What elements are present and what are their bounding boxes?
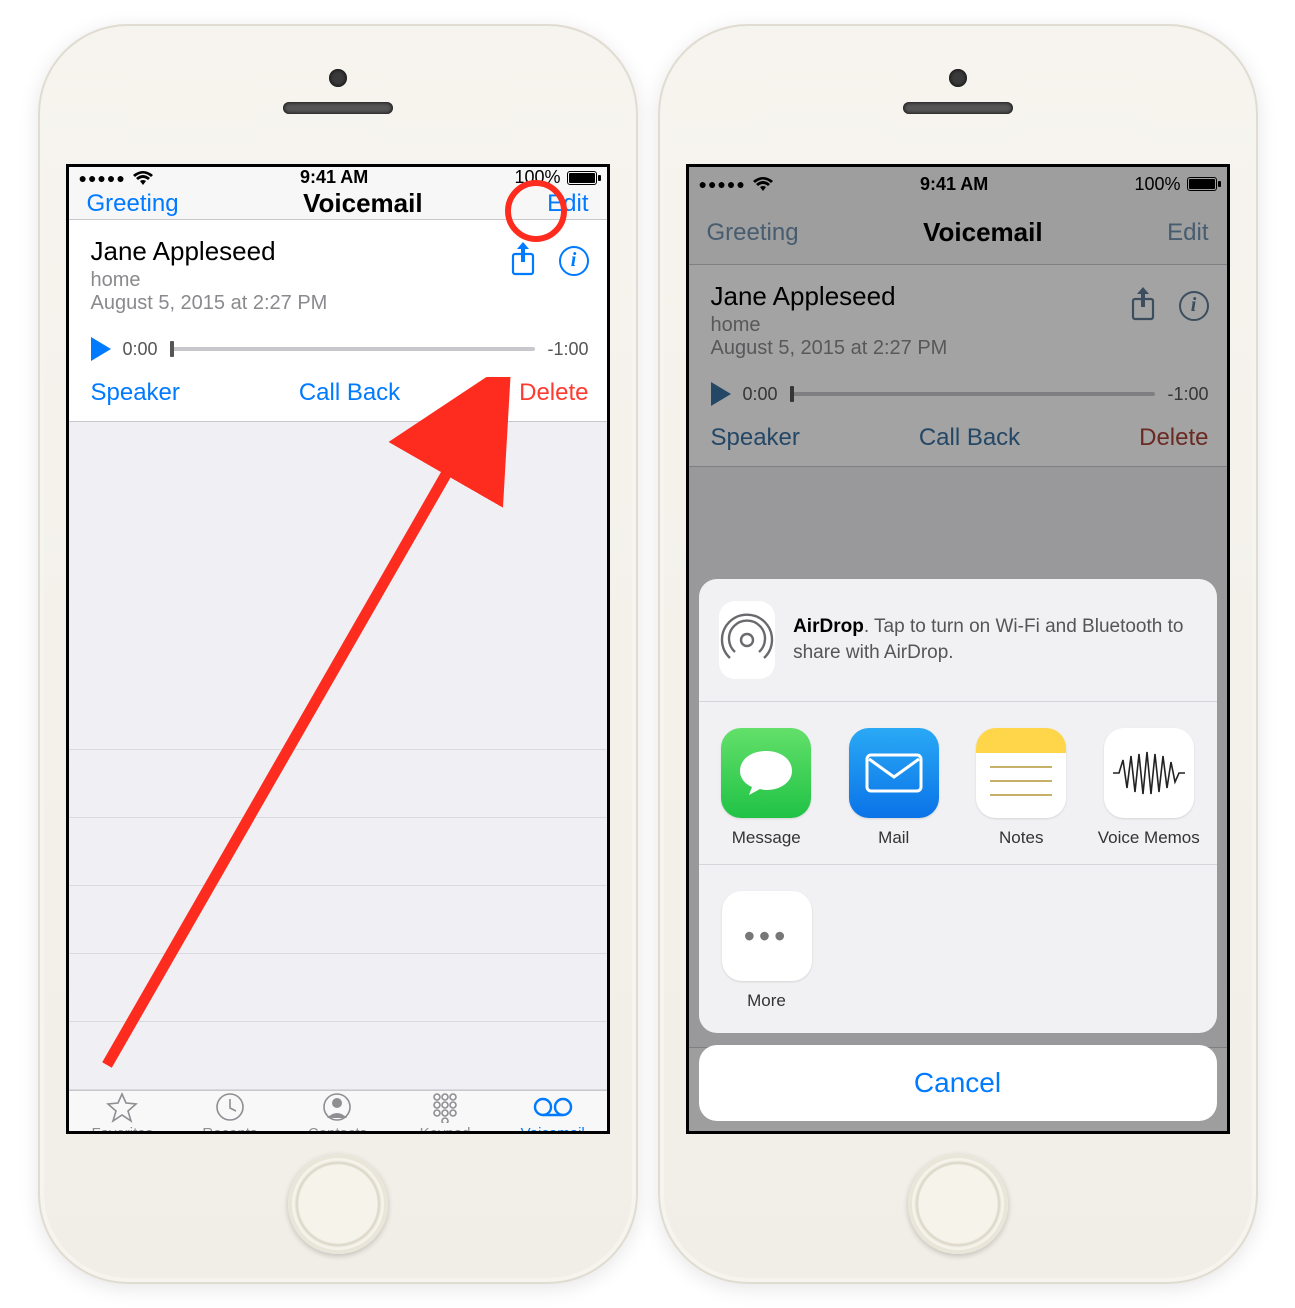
status-bar: ●●●●● 9:41 AM 100% xyxy=(69,167,607,188)
remaining-time: -1:00 xyxy=(547,339,588,360)
camera-dot xyxy=(329,69,347,87)
play-icon[interactable] xyxy=(91,337,111,361)
star-icon xyxy=(106,1091,138,1123)
tab-label: Contacts xyxy=(308,1125,367,1134)
airdrop-icon xyxy=(719,601,776,679)
tab-label: Favorites xyxy=(91,1125,153,1134)
share-actions-row: ••• More xyxy=(699,865,1217,1033)
earpiece xyxy=(903,102,1013,114)
earpiece xyxy=(283,102,393,114)
elapsed-time: 0:00 xyxy=(123,339,158,360)
notes-icon xyxy=(976,728,1066,818)
screen-right: ●●●●● 9:41 AM 100% Greeting Voicemail Ed… xyxy=(686,164,1230,1134)
wifi-icon xyxy=(132,170,154,186)
voicemail-icon xyxy=(533,1091,573,1123)
voicemail-date: August 5, 2015 at 2:27 PM xyxy=(91,292,328,315)
tab-favorites[interactable]: Favorites xyxy=(69,1091,177,1134)
iphone-mockup-left: ●●●●● 9:41 AM 100% Greeting Voicemail Ed… xyxy=(38,24,638,1284)
camera-dot xyxy=(949,69,967,87)
signal-dots-icon: ●●●●● xyxy=(79,170,126,186)
voicemail-card: Jane Appleseed home August 5, 2015 at 2:… xyxy=(69,220,607,422)
tab-recents[interactable]: Recents xyxy=(176,1091,284,1134)
app-label: Voice Memos xyxy=(1098,828,1200,848)
keypad-icon xyxy=(429,1091,461,1123)
share-more[interactable]: ••• More xyxy=(713,891,821,1011)
info-icon[interactable]: i xyxy=(559,246,589,276)
battery-percent: 100% xyxy=(514,167,560,188)
mail-icon xyxy=(849,728,939,818)
nav-title: Voicemail xyxy=(303,188,422,219)
screen-left: ●●●●● 9:41 AM 100% Greeting Voicemail Ed… xyxy=(66,164,610,1134)
voicemail-label: home xyxy=(91,269,328,292)
share-sheet: AirDrop. Tap to turn on Wi-Fi and Blueto… xyxy=(699,579,1217,1121)
person-icon xyxy=(321,1091,353,1123)
delete-button[interactable]: Delete xyxy=(519,379,588,407)
clock-icon xyxy=(214,1091,246,1123)
tab-label: Keypad xyxy=(420,1125,471,1134)
nav-bar: Greeting Voicemail Edit xyxy=(69,188,607,220)
cancel-button[interactable]: Cancel xyxy=(699,1045,1217,1121)
home-button[interactable] xyxy=(908,1154,1008,1254)
app-label: Notes xyxy=(999,828,1043,848)
tab-label: Recents xyxy=(202,1125,257,1134)
share-apps-row: Message Mail Notes xyxy=(699,702,1217,864)
app-label: Message xyxy=(732,828,801,848)
share-mail[interactable]: Mail xyxy=(840,728,948,848)
app-label: More xyxy=(747,991,786,1011)
nav-edit-link[interactable]: Edit xyxy=(547,190,588,218)
iphone-mockup-right: ●●●●● 9:41 AM 100% Greeting Voicemail Ed… xyxy=(658,24,1258,1284)
home-button[interactable] xyxy=(288,1154,388,1254)
tab-contacts[interactable]: Contacts xyxy=(284,1091,392,1134)
scrubber[interactable] xyxy=(170,347,536,351)
tab-bar: Favorites Recents Contacts Keypad Voicem… xyxy=(69,1090,607,1134)
more-icon: ••• xyxy=(722,891,812,981)
share-sheet-card: AirDrop. Tap to turn on Wi-Fi and Blueto… xyxy=(699,579,1217,1033)
airdrop-text: AirDrop. Tap to turn on Wi-Fi and Blueto… xyxy=(793,614,1196,665)
battery-icon xyxy=(567,171,597,185)
tab-label: Voicemail xyxy=(521,1125,585,1134)
share-message[interactable]: Message xyxy=(713,728,821,848)
callback-button[interactable]: Call Back xyxy=(299,379,400,407)
app-label: Mail xyxy=(878,828,909,848)
voicemail-list-area xyxy=(69,422,607,1090)
tab-keypad[interactable]: Keypad xyxy=(391,1091,499,1134)
nav-greeting-link[interactable]: Greeting xyxy=(87,190,179,218)
share-notes[interactable]: Notes xyxy=(968,728,1076,848)
voicemail-caller: Jane Appleseed xyxy=(91,236,328,267)
speaker-button[interactable]: Speaker xyxy=(91,379,180,407)
tab-voicemail[interactable]: Voicemail xyxy=(499,1091,607,1134)
status-time: 9:41 AM xyxy=(300,167,368,188)
share-voicememos[interactable]: Voice Memos xyxy=(1095,728,1203,848)
voicememos-icon xyxy=(1104,728,1194,818)
share-icon[interactable] xyxy=(509,240,537,281)
airdrop-row[interactable]: AirDrop. Tap to turn on Wi-Fi and Blueto… xyxy=(699,579,1217,701)
message-icon xyxy=(721,728,811,818)
